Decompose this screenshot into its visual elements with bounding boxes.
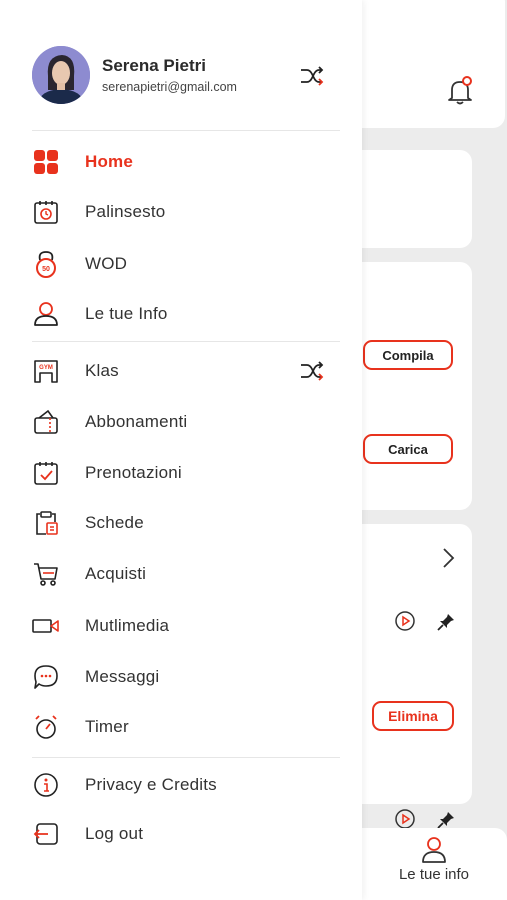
menu-item-klas[interactable]: GYM Klas — [32, 351, 332, 391]
pin-icon[interactable] — [436, 810, 456, 830]
menu-item-home[interactable]: Home — [32, 142, 332, 182]
grid-icon — [32, 148, 60, 176]
carica-button[interactable]: Carica — [363, 434, 453, 464]
calendar-clock-icon — [32, 198, 60, 226]
kettlebell-icon: 50 — [32, 250, 60, 278]
gym-icon: GYM — [32, 357, 60, 385]
tab-label: Le tue info — [398, 866, 470, 883]
menu-item-prenotazioni[interactable]: Prenotazioni — [32, 453, 332, 493]
clipboard-icon — [32, 509, 60, 537]
user-icon — [32, 300, 60, 328]
elimina-button[interactable]: Elimina — [372, 701, 454, 731]
menu-item-label: Home — [85, 152, 134, 171]
menu-item-label: Privacy e Credits — [85, 775, 217, 794]
menu-item-label: Log out — [85, 824, 144, 843]
calendar-check-icon — [32, 459, 60, 487]
user-icon — [422, 837, 446, 863]
logout-icon — [32, 820, 60, 848]
menu-item-messaggi[interactable]: Messaggi — [32, 657, 332, 697]
menu-item-le-tue-info[interactable]: Le tue Info — [32, 294, 332, 334]
play-icon[interactable] — [394, 610, 416, 632]
menu-item-label: Timer — [85, 717, 129, 736]
navigation-drawer: Serena Pietri serenapietri@gmail.com Hom… — [0, 0, 362, 900]
svg-text:50: 50 — [42, 266, 50, 273]
cart-icon — [32, 560, 60, 588]
play-icon[interactable] — [394, 808, 416, 830]
menu-item-label: Mutlimedia — [85, 616, 170, 635]
card-icon — [32, 408, 60, 436]
divider — [32, 130, 340, 131]
video-icon — [32, 612, 60, 640]
menu-item-label: Palinsesto — [85, 202, 166, 221]
menu-item-timer[interactable]: Timer — [32, 707, 332, 747]
chevron-right-icon[interactable] — [440, 546, 456, 570]
menu-item-wod[interactable]: 50 WOD — [32, 244, 332, 284]
notification-bell-icon[interactable] — [446, 76, 474, 106]
menu-item-label: Schede — [85, 513, 144, 532]
tab-le-tue-info[interactable]: Le tue info — [380, 836, 488, 892]
menu-item-label: Messaggi — [85, 667, 160, 686]
menu-item-abbonamenti[interactable]: Abbonamenti — [32, 402, 332, 442]
menu-item-label: Le tue Info — [85, 304, 168, 323]
stopwatch-icon — [32, 713, 60, 741]
menu-item-label: Prenotazioni — [85, 463, 182, 482]
menu-item-multimedia[interactable]: Mutlimedia — [32, 606, 332, 646]
info-icon — [32, 771, 60, 799]
menu-item-label: Abbonamenti — [85, 412, 188, 431]
menu-item-logout[interactable]: Log out — [32, 814, 332, 854]
avatar — [32, 46, 90, 104]
compila-button[interactable]: Compila — [363, 340, 453, 370]
shuffle-icon[interactable] — [300, 66, 324, 86]
profile-header[interactable]: Serena Pietri serenapietri@gmail.com — [32, 46, 332, 106]
shuffle-icon[interactable] — [300, 361, 324, 381]
menu-item-label: WOD — [85, 254, 128, 273]
profile-name: Serena Pietri — [102, 56, 206, 75]
divider — [32, 757, 340, 758]
svg-text:GYM: GYM — [39, 365, 53, 371]
menu-item-acquisti[interactable]: Acquisti — [32, 554, 332, 594]
pin-icon[interactable] — [436, 612, 456, 632]
chat-icon — [32, 663, 60, 691]
profile-email: serenapietri@gmail.com — [102, 80, 237, 94]
menu-item-label: Klas — [85, 361, 119, 380]
menu-item-privacy[interactable]: Privacy e Credits — [32, 765, 332, 805]
divider — [32, 341, 340, 342]
menu-item-palinsesto[interactable]: Palinsesto — [32, 192, 332, 232]
menu-item-schede[interactable]: Schede — [32, 503, 332, 543]
menu-item-label: Acquisti — [85, 564, 147, 583]
